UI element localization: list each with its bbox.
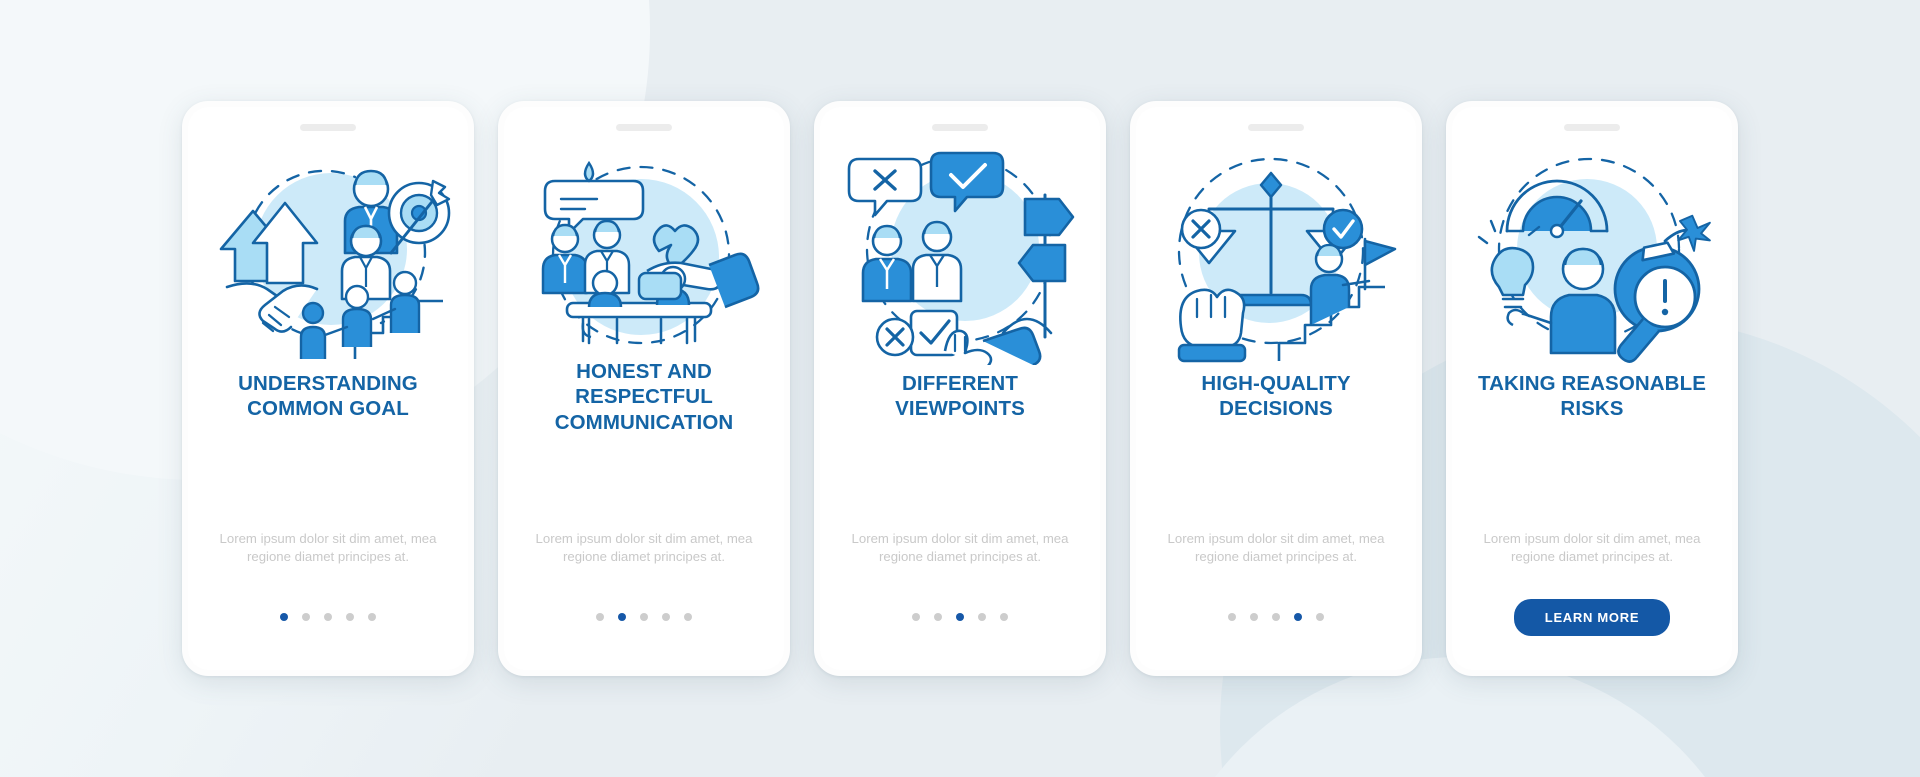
pagination-dots	[912, 613, 1008, 621]
onboarding-phone-card: TAKING REASONABLE RISKS Lorem ipsum dolor …	[1446, 101, 1738, 676]
pagination-dot-active[interactable]	[618, 613, 626, 621]
pagination-dot[interactable]	[978, 613, 986, 621]
card-footer	[1136, 600, 1416, 634]
phone-speaker-bar	[1564, 124, 1620, 131]
pagination-dot[interactable]	[1228, 613, 1236, 621]
pagination-dots	[596, 613, 692, 621]
onboarding-phone-card: HIGH-QUALITY DECISIONS Lorem ipsum dolor s…	[1130, 101, 1422, 676]
pagination-dot-active[interactable]	[1294, 613, 1302, 621]
onboarding-phone-card: HONEST AND RESPECTFUL COMMUNICATION Lorem i…	[498, 101, 790, 676]
card-title: HONEST AND RESPECTFUL COMMUNICATION	[554, 360, 734, 434]
pagination-dot[interactable]	[1250, 613, 1258, 621]
phone-screen: HIGH-QUALITY DECISIONS Lorem ipsum dolor s…	[1136, 107, 1416, 670]
card-body-text: Lorem ipsum dolor sit dim amet, mea regi…	[1167, 530, 1385, 564]
card-footer: LEARN MORE	[1452, 598, 1732, 636]
pagination-dots	[280, 613, 376, 621]
pagination-dot[interactable]	[912, 613, 920, 621]
card-footer	[820, 600, 1100, 634]
phone-screen: TAKING REASONABLE RISKS Lorem ipsum dolor …	[1452, 107, 1732, 670]
card-title: DIFFERENT VIEWPOINTS	[895, 372, 1025, 421]
card-title: UNDERSTANDING COMMON GOAL	[238, 372, 418, 421]
onboarding-screen-deck: UNDERSTANDING COMMON GOAL Lorem ipsum dolo…	[0, 0, 1920, 777]
phone-speaker-bar	[300, 124, 356, 131]
pagination-dot[interactable]	[1316, 613, 1324, 621]
phone-screen: UNDERSTANDING COMMON GOAL Lorem ipsum dolo…	[188, 107, 468, 670]
pagination-dot[interactable]	[684, 613, 692, 621]
pagination-dot[interactable]	[324, 613, 332, 621]
card-body-text: Lorem ipsum dolor sit dim amet, mea regi…	[1483, 530, 1701, 564]
signpost-check-cross-bubbles-choice-icon	[837, 137, 1083, 368]
card-body-text: Lorem ipsum dolor sit dim amet, mea regi…	[219, 530, 437, 564]
pagination-dots	[1228, 613, 1324, 621]
card-footer	[504, 600, 784, 634]
phone-screen: DIFFERENT VIEWPOINTS Lorem ipsum dolor sit…	[820, 107, 1100, 670]
pagination-dot[interactable]	[1000, 613, 1008, 621]
pagination-dot[interactable]	[368, 613, 376, 621]
pagination-dot[interactable]	[1272, 613, 1280, 621]
pagination-dot[interactable]	[662, 613, 670, 621]
team-meeting-heart-hand-speech-bubble-icon	[521, 137, 767, 365]
onboarding-phone-card: DIFFERENT VIEWPOINTS Lorem ipsum dolor sit…	[814, 101, 1106, 676]
phone-screen: HONEST AND RESPECTFUL COMMUNICATION Lorem i…	[504, 107, 784, 670]
card-title: HIGH-QUALITY DECISIONS	[1201, 372, 1351, 421]
card-body-text: Lorem ipsum dolor sit dim amet, mea regi…	[851, 530, 1069, 564]
handshake-growth-arrows-team-target-icon	[205, 137, 451, 365]
learn-more-button[interactable]: LEARN MORE	[1513, 598, 1671, 636]
card-footer	[188, 600, 468, 634]
phone-speaker-bar	[1248, 124, 1304, 131]
pagination-dot-active[interactable]	[280, 613, 288, 621]
pagination-dot[interactable]	[346, 613, 354, 621]
pagination-dot[interactable]	[596, 613, 604, 621]
pagination-dot[interactable]	[640, 613, 648, 621]
bomb-gauge-lightbulb-warning-magnifier-icon	[1469, 137, 1715, 365]
pagination-dot[interactable]	[302, 613, 310, 621]
scales-balance-fist-stairs-flag-icon	[1153, 137, 1399, 365]
onboarding-phone-card: UNDERSTANDING COMMON GOAL Lorem ipsum dolo…	[182, 101, 474, 676]
phone-speaker-bar	[932, 124, 988, 131]
card-title: TAKING REASONABLE RISKS	[1478, 372, 1706, 421]
card-body-text: Lorem ipsum dolor sit dim amet, mea regi…	[535, 530, 753, 564]
phone-speaker-bar	[616, 124, 672, 131]
pagination-dot[interactable]	[934, 613, 942, 621]
pagination-dot-active[interactable]	[956, 613, 964, 621]
